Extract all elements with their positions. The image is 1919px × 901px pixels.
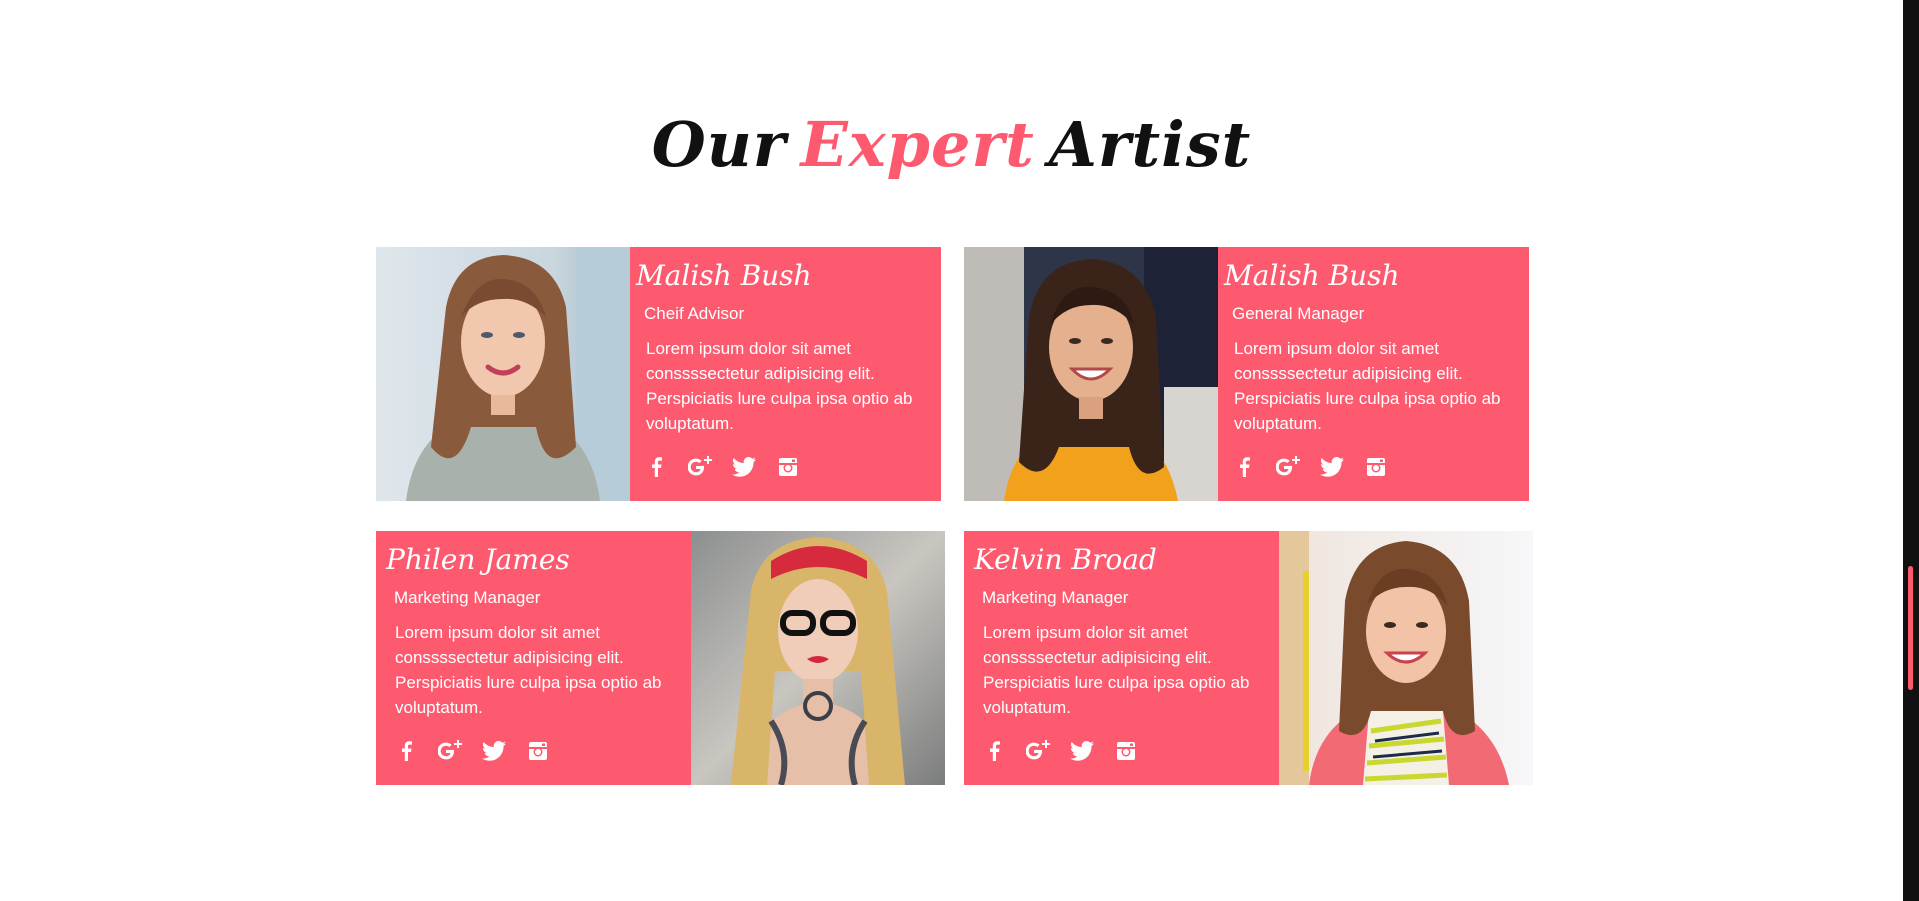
artist-bio: Lorem ipsum dolor sit amet conssssectetu… xyxy=(646,339,913,433)
artist-photo xyxy=(376,247,630,501)
page: Our Expert Artist Malish Bush Cheif Advi… xyxy=(0,0,1919,901)
title-word-our: Our xyxy=(651,108,787,181)
google-plus-icon[interactable] xyxy=(688,455,712,479)
facebook-icon[interactable] xyxy=(982,739,1006,763)
facebook-icon[interactable] xyxy=(644,455,668,479)
title-word-artist: Artist xyxy=(1048,108,1252,181)
artist-role: Marketing Manager xyxy=(394,588,541,607)
facebook-icon[interactable] xyxy=(1232,455,1256,479)
artist-photo xyxy=(964,247,1218,501)
google-plus-icon[interactable] xyxy=(1026,739,1050,763)
twitter-icon[interactable] xyxy=(1320,455,1344,479)
google-plus-icon[interactable] xyxy=(1276,455,1300,479)
artist-name: Philen James xyxy=(386,543,570,576)
section-title: Our Expert Artist xyxy=(0,100,1903,190)
social-links xyxy=(394,739,570,763)
artist-bio: Lorem ipsum dolor sit amet conssssectetu… xyxy=(1234,339,1501,433)
title-word-expert: Expert xyxy=(800,108,1035,181)
artist-name: Malish Bush xyxy=(636,259,812,292)
artist-photo xyxy=(691,531,945,785)
scrollbar-thumb[interactable] xyxy=(1908,566,1913,690)
instagram-icon[interactable] xyxy=(1114,739,1138,763)
artist-info: Malish Bush Cheif Advisor Lorem ipsum do… xyxy=(630,247,941,501)
artist-role: Cheif Advisor xyxy=(644,304,745,323)
facebook-icon[interactable] xyxy=(394,739,418,763)
scrollbar[interactable] xyxy=(1903,0,1919,901)
social-links xyxy=(982,739,1158,763)
instagram-icon[interactable] xyxy=(526,739,550,763)
artist-card: Malish Bush General Manager Lorem ipsum … xyxy=(964,247,1529,501)
artist-card: Philen James Marketing Manager Lorem ips… xyxy=(376,531,945,785)
artist-role: General Manager xyxy=(1232,304,1365,323)
artist-card: Malish Bush Cheif Advisor Lorem ipsum do… xyxy=(376,247,941,501)
twitter-icon[interactable] xyxy=(482,739,506,763)
artist-bio: Lorem ipsum dolor sit amet conssssectetu… xyxy=(983,623,1250,717)
artist-info: Malish Bush General Manager Lorem ipsum … xyxy=(1218,247,1529,501)
twitter-icon[interactable] xyxy=(1070,739,1094,763)
artist-role: Marketing Manager xyxy=(982,588,1129,607)
instagram-icon[interactable] xyxy=(1364,455,1388,479)
artist-name: Malish Bush xyxy=(1224,259,1400,292)
social-links xyxy=(644,455,820,479)
twitter-icon[interactable] xyxy=(732,455,756,479)
artist-bio: Lorem ipsum dolor sit amet conssssectetu… xyxy=(395,623,662,717)
google-plus-icon[interactable] xyxy=(438,739,462,763)
artist-name: Kelvin Broad xyxy=(974,543,1157,576)
artist-info: Kelvin Broad Marketing Manager Lorem ips… xyxy=(964,531,1279,785)
instagram-icon[interactable] xyxy=(776,455,800,479)
artist-info: Philen James Marketing Manager Lorem ips… xyxy=(376,531,691,785)
artist-photo xyxy=(1279,531,1533,785)
artist-card: Kelvin Broad Marketing Manager Lorem ips… xyxy=(964,531,1533,785)
social-links xyxy=(1232,455,1408,479)
